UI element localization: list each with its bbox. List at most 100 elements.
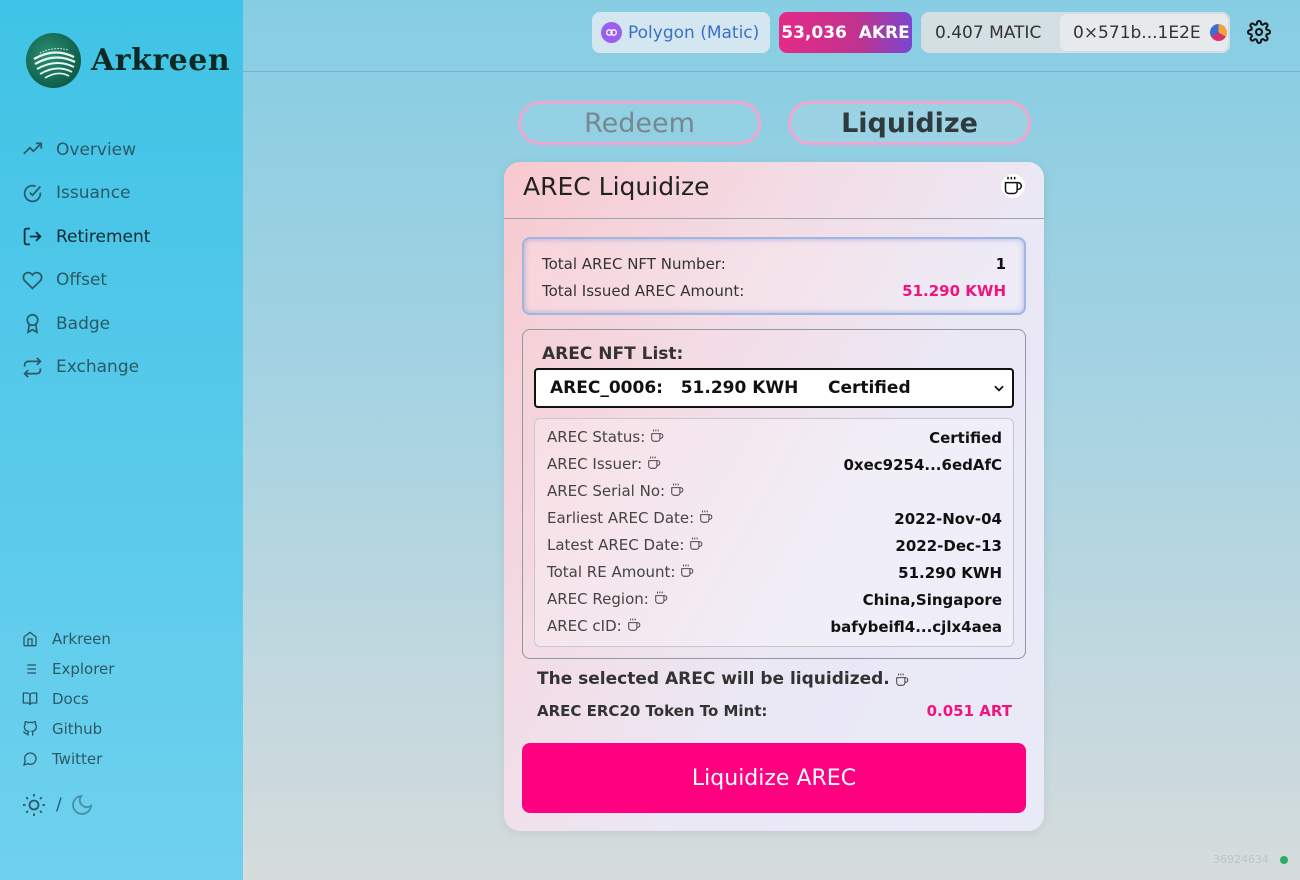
sidebar-item-overview[interactable]: Overview [22,128,150,172]
issued-amount-label: Total Issued AREC Amount: [542,281,745,300]
coffee-icon[interactable] [689,537,703,555]
sidebar-links: Arkreen Explorer Docs Github Twitter [22,624,114,774]
nft-list-label: AREC NFT List: [542,344,684,364]
detail-label: Latest AREC Date: [547,536,685,554]
link-github[interactable]: Github [22,714,114,744]
summary-row: Total Issued AREC Amount: 51.290 KWH [542,277,1006,304]
akre-balance-badge[interactable]: 53,036 AKRE [779,12,912,53]
logo[interactable]: Arkreen [26,33,230,88]
coffee-icon[interactable] [647,456,661,474]
detail-label-wrap: AREC Status: [547,428,664,447]
block-number-indicator: 36924634 [1213,853,1288,866]
nft-select[interactable]: AREC_0006: 51.290 KWH Certified [534,368,1014,408]
link-label: Arkreen [52,630,111,648]
detail-label-wrap: AREC Serial No: [547,482,684,501]
detail-label: AREC Status: [547,428,646,446]
issued-amount-value: 51.290 KWH [902,281,1006,300]
detail-label-wrap: Total RE Amount: [547,563,694,582]
check-circle-icon [23,184,42,202]
detail-row: AREC Region: China,Singapore [547,586,1002,613]
sidebar-item-offset[interactable]: Offset [22,259,150,303]
wallet-address-button[interactable]: 0×571b...1E2E [1060,14,1228,51]
sidebar-item-retirement[interactable]: Retirement [22,215,150,259]
repeat-icon [23,357,42,378]
detail-label: Earliest AREC Date: [547,509,695,527]
coffee-icon[interactable] [627,618,641,636]
coffee-icon[interactable] [670,483,684,501]
coffee-icon[interactable] [1001,174,1025,198]
block-number: 36924634 [1213,853,1269,866]
status-dot [1280,855,1288,864]
list-icon [24,664,36,674]
link-explorer[interactable]: Explorer [22,654,114,684]
link-docs[interactable]: Docs [22,684,114,714]
nft-select-value: AREC_0006: 51.290 KWH Certified [550,378,911,398]
sun-icon[interactable] [22,793,46,817]
coffee-icon[interactable] [699,510,713,528]
wallet-address: 0×571b...1E2E [1073,22,1201,43]
tab-liquidize[interactable]: Liquidize [788,101,1031,145]
nft-details: AREC Status: Certified AREC Issuer: 0xec925… [534,418,1014,647]
matic-balance: 0.407 MATIC [935,22,1042,43]
sidebar: Arkreen Overview Issuance Retirement Off… [0,0,243,880]
detail-row: Earliest AREC Date: 2022-Nov-04 [547,505,1002,532]
wallet-avatar-icon [1209,24,1227,41]
link-label: Twitter [52,750,103,768]
liquidize-note: The selected AREC will be liquidized. [537,669,909,689]
card-title: AREC Liquidize [523,172,710,201]
coffee-icon[interactable] [895,672,909,686]
logo-text: Arkreen [91,43,231,78]
detail-label-wrap: Latest AREC Date: [547,536,703,555]
liquidize-arec-button[interactable]: Liquidize AREC [522,743,1026,813]
log-out-icon [23,228,42,246]
summary-box: Total AREC NFT Number: 1 Total Issued AR… [522,237,1026,315]
network-selector[interactable]: Polygon (Matic) [592,12,770,53]
sidebar-item-badge[interactable]: Badge [22,302,150,346]
link-arkreen[interactable]: Arkreen [22,624,114,654]
sidebar-item-issuance[interactable]: Issuance [22,172,150,216]
sidebar-item-label: Issuance [56,183,131,204]
sidebar-item-label: Overview [56,139,137,160]
heart-icon [22,271,43,290]
detail-row: AREC Serial No: [547,478,1002,505]
mint-label: AREC ERC20 Token To Mint: [537,702,768,720]
note-text: The selected AREC will be liquidized. [537,669,890,689]
detail-label-wrap: AREC Issuer: [547,455,661,474]
coffee-icon[interactable] [654,591,668,609]
sidebar-nav: Overview Issuance Retirement Offset Badg… [22,128,150,389]
coffee-icon[interactable] [650,429,664,447]
liquidize-card: AREC Liquidize Total AREC NFT Number: 1 … [504,162,1044,831]
detail-value: bafybeifl4...cjlx4aea [830,617,1002,636]
nft-number-value: 1 [995,254,1006,273]
message-circle-icon [22,752,37,767]
sidebar-item-exchange[interactable]: Exchange [22,346,150,390]
chevron-down-icon [994,385,1004,392]
link-label: Explorer [52,660,115,678]
trending-up-icon [23,142,43,155]
sidebar-item-label: Badge [56,313,111,334]
book-icon [22,692,38,706]
arkreen-logo-icon [26,33,81,88]
nft-number-label: Total AREC NFT Number: [542,254,726,273]
detail-label-wrap: AREC cID: [547,617,641,636]
wallet-button[interactable]: 0.407 MATIC 0×571b...1E2E [921,12,1230,53]
detail-label: AREC Region: [547,590,649,608]
summary-row: Total AREC NFT Number: 1 [542,250,1006,277]
detail-value: China,Singapore [862,590,1002,609]
settings-gear-icon[interactable] [1247,20,1271,44]
moon-icon[interactable] [70,793,94,817]
coffee-icon[interactable] [680,564,694,582]
link-twitter[interactable]: Twitter [22,744,114,774]
card-divider [504,218,1044,219]
detail-value: 2022-Dec-13 [895,536,1002,555]
detail-value: Certified [929,428,1002,447]
sidebar-item-label: Retirement [56,226,151,247]
link-label: Github [52,720,103,738]
detail-row: Latest AREC Date: 2022-Dec-13 [547,532,1002,559]
tab-redeem[interactable]: Redeem [518,101,761,145]
detail-row: AREC cID: bafybeifl4...cjlx4aea [547,613,1002,640]
detail-label: AREC Issuer: [547,455,643,473]
detail-label: AREC cID: [547,617,622,635]
mint-row: AREC ERC20 Token To Mint: 0.051 ART [537,702,1012,720]
polygon-icon [601,22,622,43]
